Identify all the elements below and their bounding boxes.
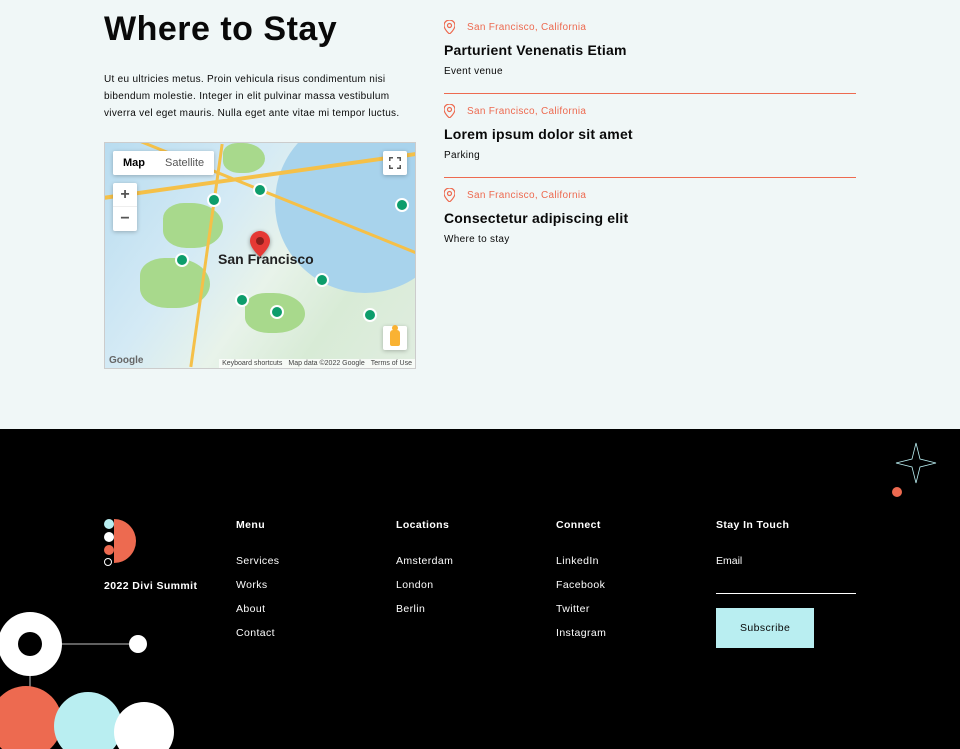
email-label: Email xyxy=(716,555,856,567)
map-tab-satellite[interactable]: Satellite xyxy=(155,151,214,175)
map-attribution: Keyboard shortcuts Map data ©2022 Google… xyxy=(219,359,415,368)
map-type-tabs: Map Satellite xyxy=(113,151,214,175)
footer-locations-heading: Locations xyxy=(396,519,536,531)
map-google-logo: Google xyxy=(109,355,143,366)
footer-link-facebook[interactable]: Facebook xyxy=(556,579,696,591)
listing-item: San Francisco, California Consectetur ad… xyxy=(444,178,856,261)
listing-location: San Francisco, California xyxy=(467,22,586,33)
map-poi-icon xyxy=(207,193,221,207)
map-city-label: San Francisco xyxy=(218,251,314,267)
circles-decoration-icon xyxy=(0,604,198,749)
star-decoration-icon xyxy=(894,441,938,490)
footer: 2022 Divi Summit Menu Services Works Abo… xyxy=(0,429,960,749)
footer-link-services[interactable]: Services xyxy=(236,555,376,567)
map-poi-icon xyxy=(270,305,284,319)
map-attrib-terms[interactable]: Terms of Use xyxy=(371,360,412,367)
page-title: Where to Stay xyxy=(104,10,416,49)
listing-item: San Francisco, California Lorem ipsum do… xyxy=(444,94,856,178)
map-zoom-in-button[interactable]: + xyxy=(113,183,137,207)
map-zoom-out-button[interactable]: − xyxy=(113,207,137,231)
location-pin-icon xyxy=(444,104,455,118)
map-poi-icon xyxy=(363,308,377,322)
brand-logo xyxy=(104,519,216,566)
map-poi-icon xyxy=(315,273,329,287)
footer-link-amsterdam[interactable]: Amsterdam xyxy=(396,555,536,567)
footer-touch-heading: Stay In Touch xyxy=(716,519,856,531)
footer-link-london[interactable]: London xyxy=(396,579,536,591)
subscribe-button[interactable]: Subscribe xyxy=(716,608,814,648)
footer-link-instagram[interactable]: Instagram xyxy=(556,627,696,639)
map-poi-icon xyxy=(395,198,409,212)
listing-title: Parturient Venenatis Etiam xyxy=(444,42,856,58)
map-attrib-shortcuts[interactable]: Keyboard shortcuts xyxy=(222,360,282,367)
listing-title: Lorem ipsum dolor sit amet xyxy=(444,126,856,142)
footer-connect-heading: Connect xyxy=(556,519,696,531)
listing-title: Consectetur adipiscing elit xyxy=(444,210,856,226)
map-poi-icon xyxy=(235,293,249,307)
listing-subtitle: Where to stay xyxy=(444,234,856,245)
listing-subtitle: Parking xyxy=(444,150,856,161)
fullscreen-icon xyxy=(389,157,401,169)
brand-text: 2022 Divi Summit xyxy=(104,580,216,592)
footer-link-linkedin[interactable]: LinkedIn xyxy=(556,555,696,567)
dot-decoration-icon xyxy=(892,487,902,497)
map-poi-icon xyxy=(175,253,189,267)
location-pin-icon xyxy=(444,20,455,34)
map[interactable]: San Francisco Map Satellite + − Google xyxy=(104,142,416,369)
footer-link-contact[interactable]: Contact xyxy=(236,627,376,639)
footer-link-twitter[interactable]: Twitter xyxy=(556,603,696,615)
map-attrib-data: Map data ©2022 Google xyxy=(288,360,364,367)
pegman-icon xyxy=(390,330,400,346)
footer-link-about[interactable]: About xyxy=(236,603,376,615)
listing-subtitle: Event venue xyxy=(444,66,856,77)
map-zoom-control: + − xyxy=(113,183,137,231)
email-input[interactable] xyxy=(716,578,856,589)
map-fullscreen-button[interactable] xyxy=(383,151,407,175)
location-pin-icon xyxy=(444,188,455,202)
map-pegman-button[interactable] xyxy=(383,326,407,350)
listing-location: San Francisco, California xyxy=(467,106,586,117)
map-canvas[interactable]: San Francisco xyxy=(105,143,415,368)
footer-link-works[interactable]: Works xyxy=(236,579,376,591)
footer-menu-heading: Menu xyxy=(236,519,376,531)
footer-link-berlin[interactable]: Berlin xyxy=(396,603,536,615)
listing-item: San Francisco, California Parturient Ven… xyxy=(444,10,856,94)
listing-location: San Francisco, California xyxy=(467,190,586,201)
map-poi-icon xyxy=(253,183,267,197)
map-tab-map[interactable]: Map xyxy=(113,151,155,175)
intro-text: Ut eu ultricies metus. Proin vehicula ri… xyxy=(104,71,416,122)
